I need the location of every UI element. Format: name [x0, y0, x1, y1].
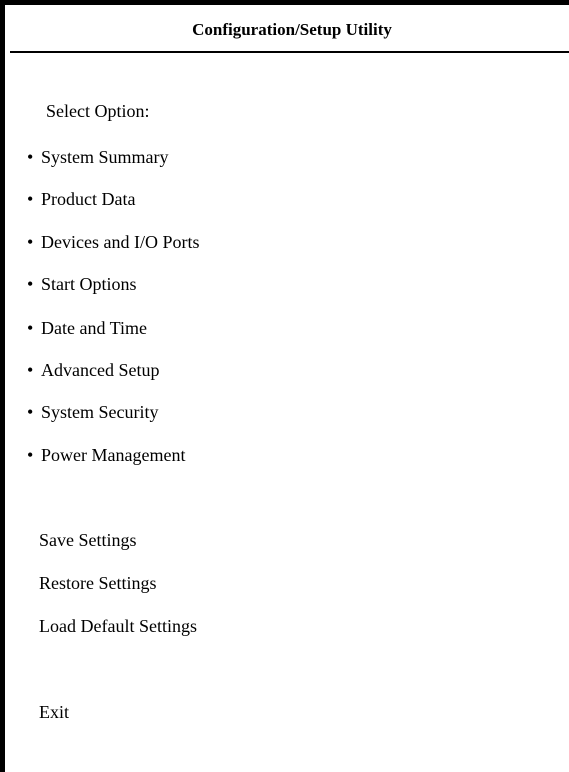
- bullet-icon: •: [27, 318, 34, 338]
- bullet-icon: •: [27, 189, 34, 209]
- menu-item-label: Product Data: [41, 189, 136, 209]
- window-title: Configuration/Setup Utility: [192, 20, 392, 39]
- menu-item-label: System Security: [41, 402, 159, 422]
- menu-item-date-and-time[interactable]: • Date and Time: [27, 317, 147, 339]
- menu-item-label: Devices and I/O Ports: [41, 232, 200, 252]
- menu-item-product-data[interactable]: • Product Data: [27, 188, 135, 210]
- exit-item[interactable]: Exit: [39, 701, 69, 723]
- load-default-settings-item[interactable]: Load Default Settings: [39, 615, 197, 637]
- bullet-icon: •: [27, 445, 34, 465]
- bullet-icon: •: [27, 232, 34, 252]
- menu-item-system-summary[interactable]: • System Summary: [27, 146, 169, 168]
- menu-item-label: Advanced Setup: [41, 360, 160, 380]
- menu-item-label: Power Management: [41, 445, 186, 465]
- menu-item-system-security[interactable]: • System Security: [27, 401, 159, 423]
- bullet-icon: •: [27, 274, 34, 294]
- setup-utility-window: Configuration/Setup Utility Select Optio…: [0, 0, 569, 772]
- menu-item-devices-and-io-ports[interactable]: • Devices and I/O Ports: [27, 231, 199, 253]
- save-settings-item[interactable]: Save Settings: [39, 529, 137, 551]
- restore-settings-item[interactable]: Restore Settings: [39, 572, 157, 594]
- menu-item-start-options[interactable]: • Start Options: [27, 273, 137, 295]
- title-bar: Configuration/Setup Utility: [10, 10, 569, 53]
- menu-item-label: System Summary: [41, 147, 169, 167]
- menu-item-advanced-setup[interactable]: • Advanced Setup: [27, 359, 159, 381]
- menu-item-label: Date and Time: [41, 318, 147, 338]
- select-option-prompt: Select Option:: [46, 101, 150, 121]
- bullet-icon: •: [27, 402, 34, 422]
- bullet-icon: •: [27, 360, 34, 380]
- menu-item-power-management[interactable]: • Power Management: [27, 444, 185, 466]
- menu-item-label: Start Options: [41, 274, 137, 294]
- bullet-icon: •: [27, 147, 34, 167]
